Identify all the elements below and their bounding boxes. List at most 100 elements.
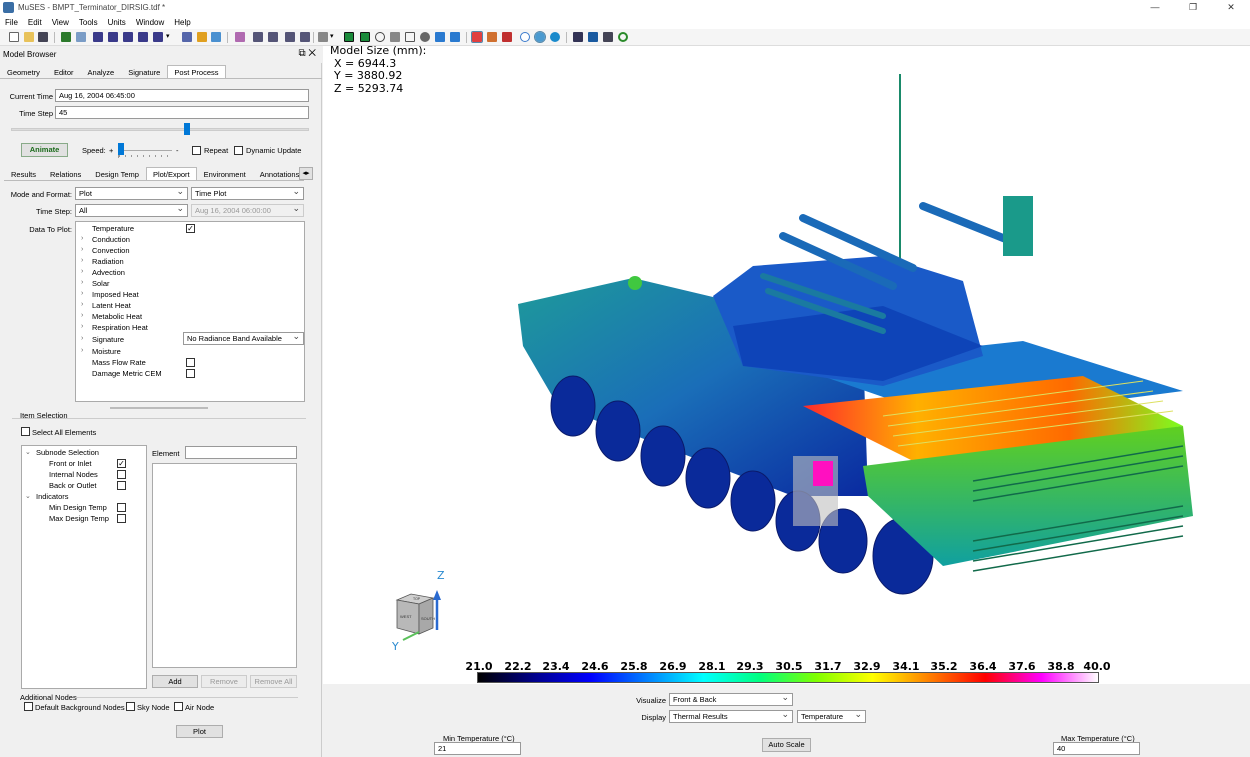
- plot-button[interactable]: Plot: [176, 725, 223, 738]
- subtab-plot-export[interactable]: Plot/Export: [145, 167, 197, 180]
- expand-moisture-icon[interactable]: ›: [81, 347, 83, 354]
- sphere-icon[interactable]: [375, 32, 385, 42]
- panel-float-close-icons[interactable]: ⧉ ✕: [298, 48, 316, 59]
- menu-edit[interactable]: Edit: [23, 18, 47, 27]
- pointer-dropdown-icon[interactable]: ▾: [330, 32, 336, 42]
- repeat-checkbox[interactable]: [192, 146, 201, 155]
- hierarchy-icon[interactable]: [285, 32, 295, 42]
- min-design-temp-checkbox[interactable]: [117, 503, 126, 512]
- menu-file[interactable]: File: [0, 18, 23, 27]
- align-left-icon[interactable]: [93, 32, 103, 42]
- select-all-checkbox[interactable]: [21, 427, 30, 436]
- tank-model-icon[interactable]: [61, 32, 71, 42]
- current-time-field[interactable]: Aug 16, 2004 06:45:00: [55, 89, 309, 102]
- expand-metabolic-heat-icon[interactable]: ›: [81, 312, 83, 319]
- subtab-environment[interactable]: Environment: [197, 167, 253, 180]
- align-top-icon[interactable]: [138, 32, 148, 42]
- tank-select-icon[interactable]: [76, 32, 86, 42]
- time-slider-track[interactable]: [11, 128, 309, 131]
- grid-icon[interactable]: [405, 32, 415, 42]
- align-bottom-icon[interactable]: [153, 32, 163, 42]
- front-inlet-checkbox[interactable]: ✓: [117, 459, 126, 468]
- box-blue-icon[interactable]: [435, 32, 445, 42]
- tree-icon[interactable]: [253, 32, 263, 42]
- speed-slider-track[interactable]: [118, 150, 172, 151]
- subtab-relations[interactable]: Relations: [43, 167, 88, 180]
- sky-node-checkbox[interactable]: [126, 702, 135, 711]
- tab-geometry[interactable]: Geometry: [0, 65, 47, 78]
- air-node-checkbox[interactable]: [174, 702, 183, 711]
- display-quantity-select[interactable]: Temperature: [797, 710, 866, 723]
- min-temp-field[interactable]: 21: [434, 742, 521, 755]
- damage-metric-checkbox[interactable]: [186, 369, 195, 378]
- internal-nodes-checkbox[interactable]: [117, 470, 126, 479]
- expand-imposed-heat-icon[interactable]: ›: [81, 290, 83, 297]
- save-icon[interactable]: [38, 32, 48, 42]
- expand-radiation-icon[interactable]: ›: [81, 257, 83, 264]
- subtab-results[interactable]: Results: [4, 167, 43, 180]
- cube-icon[interactable]: [390, 32, 400, 42]
- menu-units[interactable]: Units: [103, 18, 131, 27]
- palette-icon[interactable]: [471, 31, 483, 43]
- pointer-icon[interactable]: [318, 32, 328, 42]
- tab-signature[interactable]: Signature: [121, 65, 167, 78]
- scissors-icon[interactable]: [502, 32, 512, 42]
- hierarchy-alt-icon[interactable]: [300, 32, 310, 42]
- menu-tools[interactable]: Tools: [74, 18, 103, 27]
- thermal-tank-model[interactable]: [323, 46, 1250, 684]
- expand-advection-icon[interactable]: ›: [81, 268, 83, 275]
- collapse-subnode-icon[interactable]: ⌄: [25, 448, 31, 456]
- expand-convection-icon[interactable]: ›: [81, 246, 83, 253]
- time-step-select[interactable]: All: [75, 204, 188, 217]
- radiance-band-select[interactable]: No Radiance Band Available: [183, 332, 304, 345]
- dropdown-arrow-icon[interactable]: ▾: [166, 32, 172, 42]
- animate-button[interactable]: Animate: [21, 143, 68, 157]
- menu-window[interactable]: Window: [131, 18, 169, 27]
- globe-icon[interactable]: [420, 32, 430, 42]
- surface-view-icon[interactable]: [344, 32, 354, 42]
- expand-respiration-heat-icon[interactable]: ›: [81, 323, 83, 330]
- solid-view-icon[interactable]: [360, 32, 370, 42]
- mass-flow-rate-checkbox[interactable]: [186, 358, 195, 367]
- tab-analyze[interactable]: Analyze: [81, 65, 122, 78]
- visualize-select[interactable]: Front & Back: [669, 693, 793, 706]
- table-icon[interactable]: [588, 32, 598, 42]
- earth-icon[interactable]: [550, 32, 560, 42]
- boxes-icon[interactable]: [450, 32, 460, 42]
- element-field[interactable]: [185, 446, 297, 459]
- collapse-indicators-icon[interactable]: ⌄: [25, 492, 31, 500]
- tab-editor[interactable]: Editor: [47, 65, 81, 78]
- speed-slider-thumb[interactable]: [118, 143, 124, 155]
- expand-latent-heat-icon[interactable]: ›: [81, 301, 83, 308]
- element-list[interactable]: [152, 463, 297, 668]
- distribute-icon[interactable]: [182, 32, 192, 42]
- open-folder-icon[interactable]: [24, 32, 34, 42]
- restore-button[interactable]: ❐: [1174, 0, 1212, 15]
- align-center-icon[interactable]: [108, 32, 118, 42]
- time-step-field[interactable]: 45: [55, 106, 309, 119]
- expand-solar-icon[interactable]: ›: [81, 279, 83, 286]
- target-icon[interactable]: [618, 32, 628, 42]
- tab-scroll-arrows[interactable]: ◂▸: [299, 167, 313, 180]
- close-button[interactable]: ✕: [1212, 0, 1250, 15]
- display-select[interactable]: Thermal Results: [669, 710, 793, 723]
- format-select[interactable]: Time Plot: [191, 187, 304, 200]
- new-file-icon[interactable]: [9, 32, 19, 42]
- back-outlet-checkbox[interactable]: [117, 481, 126, 490]
- default-bg-checkbox[interactable]: [24, 702, 33, 711]
- subtab-design-temp[interactable]: Design Temp: [88, 167, 146, 180]
- tree-expand-icon[interactable]: [268, 32, 278, 42]
- expand-signature-icon[interactable]: ›: [81, 335, 83, 342]
- menu-help[interactable]: Help: [169, 18, 195, 27]
- moon-icon[interactable]: [534, 31, 546, 43]
- auto-scale-button[interactable]: Auto Scale: [762, 738, 811, 752]
- max-design-temp-checkbox[interactable]: [117, 514, 126, 523]
- menu-view[interactable]: View: [47, 18, 74, 27]
- camera-icon[interactable]: [235, 32, 245, 42]
- splitter-handle[interactable]: [110, 407, 208, 409]
- tab-post-process[interactable]: Post Process: [167, 65, 226, 78]
- dynamic-update-checkbox[interactable]: [234, 146, 243, 155]
- max-temp-field[interactable]: 40: [1053, 742, 1140, 755]
- subtab-annotations[interactable]: Annotations: [253, 167, 304, 180]
- orientation-cube[interactable]: TOP SOUTH WEST: [393, 586, 449, 646]
